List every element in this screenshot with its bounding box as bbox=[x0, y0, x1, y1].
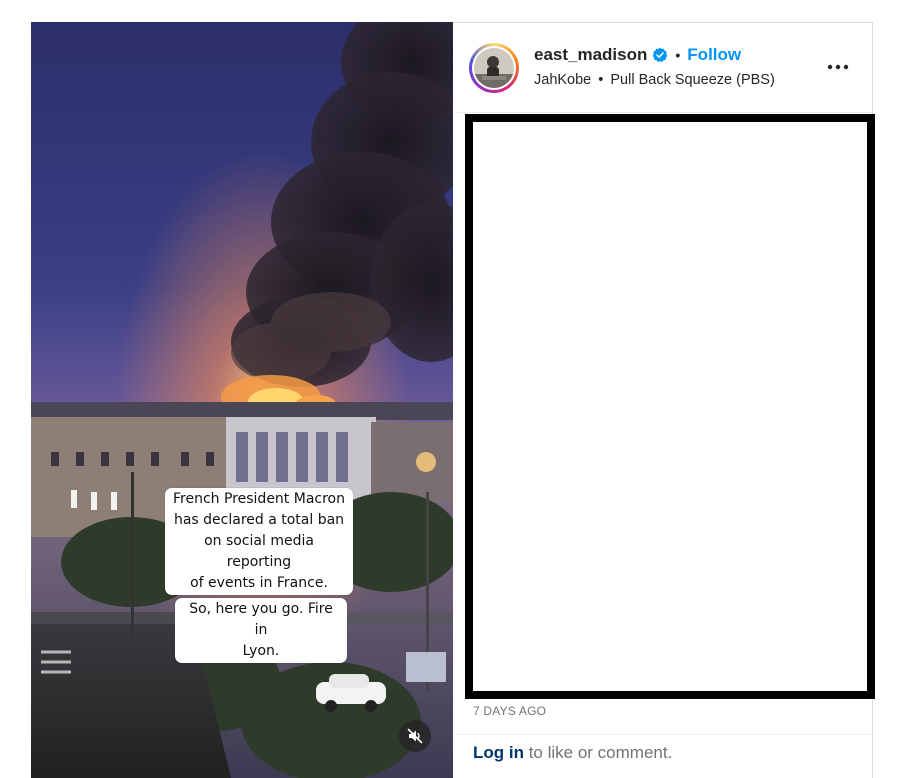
video-caption-macron: French President Macron has declared a t… bbox=[165, 488, 353, 595]
audio-artist: JahKobe bbox=[534, 72, 592, 88]
avatar-image bbox=[474, 48, 514, 88]
username-link[interactable]: east_madison bbox=[534, 45, 647, 65]
audio-track: Pull Back Squeeze (PBS) bbox=[610, 72, 775, 88]
verified-badge-icon bbox=[652, 47, 668, 63]
profile-avatar[interactable] bbox=[469, 43, 519, 93]
unmute-button[interactable] bbox=[399, 720, 431, 752]
video-caption-lyon: So, here you go. Fire in Lyon. bbox=[175, 598, 347, 663]
speaker-muted-icon bbox=[407, 728, 423, 744]
audio-attribution[interactable]: JahKobe • Pull Back Squeeze (PBS) bbox=[534, 72, 775, 88]
post-video[interactable]: French President Macron has declared a t… bbox=[31, 22, 453, 778]
more-options-icon bbox=[827, 64, 849, 70]
login-prompt: Log in to like or comment. bbox=[473, 743, 672, 763]
more-options-button[interactable] bbox=[822, 55, 854, 79]
video-frame-fire-scene bbox=[31, 22, 453, 778]
login-link[interactable]: Log in bbox=[473, 743, 524, 762]
user-line: east_madison • Follow bbox=[534, 45, 741, 65]
login-prompt-text: to like or comment. bbox=[523, 743, 673, 762]
post-timestamp: 7 DAYS AGO bbox=[473, 704, 547, 718]
footer-divider bbox=[454, 734, 872, 735]
header-separator: • bbox=[675, 47, 681, 63]
post-header: east_madison • Follow JahKobe • Pull Bac… bbox=[454, 23, 872, 113]
audio-separator: • bbox=[598, 72, 604, 88]
redacted-comments-area bbox=[465, 114, 875, 699]
follow-button[interactable]: Follow bbox=[687, 45, 741, 65]
